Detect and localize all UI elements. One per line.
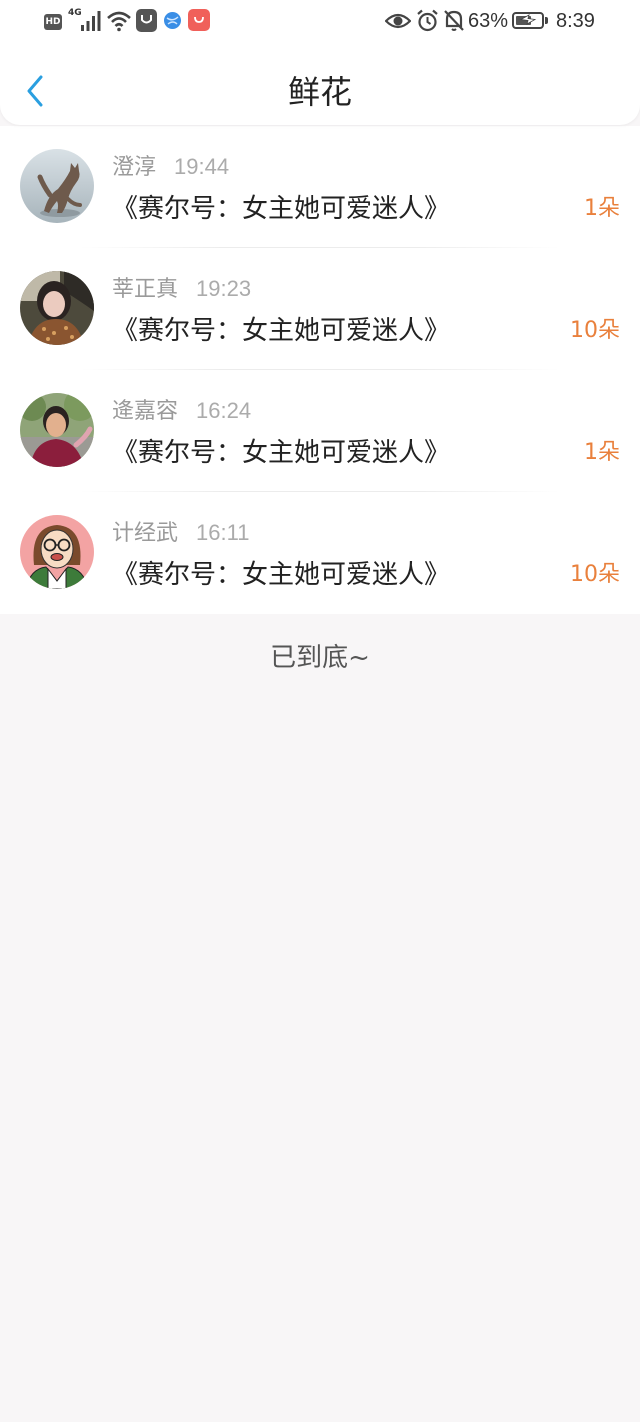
battery-icon xyxy=(512,11,550,31)
sender-name: 澄淳 xyxy=(112,155,157,180)
eye-icon xyxy=(385,13,411,29)
wifi-icon xyxy=(107,11,131,32)
flower-count: 10朵 xyxy=(570,562,620,587)
hd-badge: HD xyxy=(44,14,62,30)
book-title: 《赛尔号：女主她可爱迷人》 xyxy=(112,194,451,224)
flower-count: 10朵 xyxy=(570,318,620,343)
gift-time: 19:23 xyxy=(196,276,252,301)
gift-time: 16:11 xyxy=(196,520,250,545)
flower-count: 1朵 xyxy=(584,196,620,221)
gift-time: 19:44 xyxy=(174,154,230,179)
avatar[interactable] xyxy=(20,149,94,223)
list-item[interactable]: 逄嘉容 16:24 《赛尔号：女主她可爱迷人》 1朵 xyxy=(0,370,640,492)
gift-time: 16:24 xyxy=(196,398,252,423)
bell-off-icon xyxy=(444,10,464,31)
header: 鲜花 xyxy=(0,44,640,125)
list-item[interactable]: 澄淳 19:44 《赛尔号：女主她可爱迷人》 1朵 xyxy=(0,126,640,248)
book-title: 《赛尔号：女主她可爱迷人》 xyxy=(112,560,451,590)
avatar[interactable] xyxy=(20,515,94,589)
signal-icon xyxy=(81,11,101,31)
alarm-icon xyxy=(417,9,438,32)
charging-bolt-icon xyxy=(519,14,537,25)
app-icon xyxy=(136,9,157,32)
list-item[interactable]: 计经武 16:11 《赛尔号：女主她可爱迷人》 10朵 xyxy=(0,492,640,614)
page-title: 鲜花 xyxy=(287,73,352,111)
top-bar: HD 4G 63% 8:39 鲜花 xyxy=(0,0,640,125)
end-of-list-text: 已到底~ xyxy=(270,643,370,673)
clock: 8:39 xyxy=(556,10,595,32)
avatar[interactable] xyxy=(20,393,94,467)
book-title: 《赛尔号：女主她可爱迷人》 xyxy=(112,438,451,468)
status-bar: HD 4G 63% 8:39 xyxy=(0,0,640,44)
sender-name: 逄嘉容 xyxy=(112,399,179,424)
book-title: 《赛尔号：女主她可爱迷人》 xyxy=(112,316,451,346)
sender-name: 计经武 xyxy=(112,521,179,546)
flower-count: 1朵 xyxy=(584,440,620,465)
sender-name: 莘正真 xyxy=(112,277,179,302)
browser-icon xyxy=(164,12,181,29)
flower-list: 澄淳 19:44 《赛尔号：女主她可爱迷人》 1朵 莘正真 19:23 《赛尔号… xyxy=(0,126,640,614)
list-item[interactable]: 莘正真 19:23 《赛尔号：女主她可爱迷人》 10朵 xyxy=(0,248,640,370)
battery-percent: 63% xyxy=(468,10,509,32)
shop-icon xyxy=(188,9,210,31)
avatar[interactable] xyxy=(20,271,94,345)
